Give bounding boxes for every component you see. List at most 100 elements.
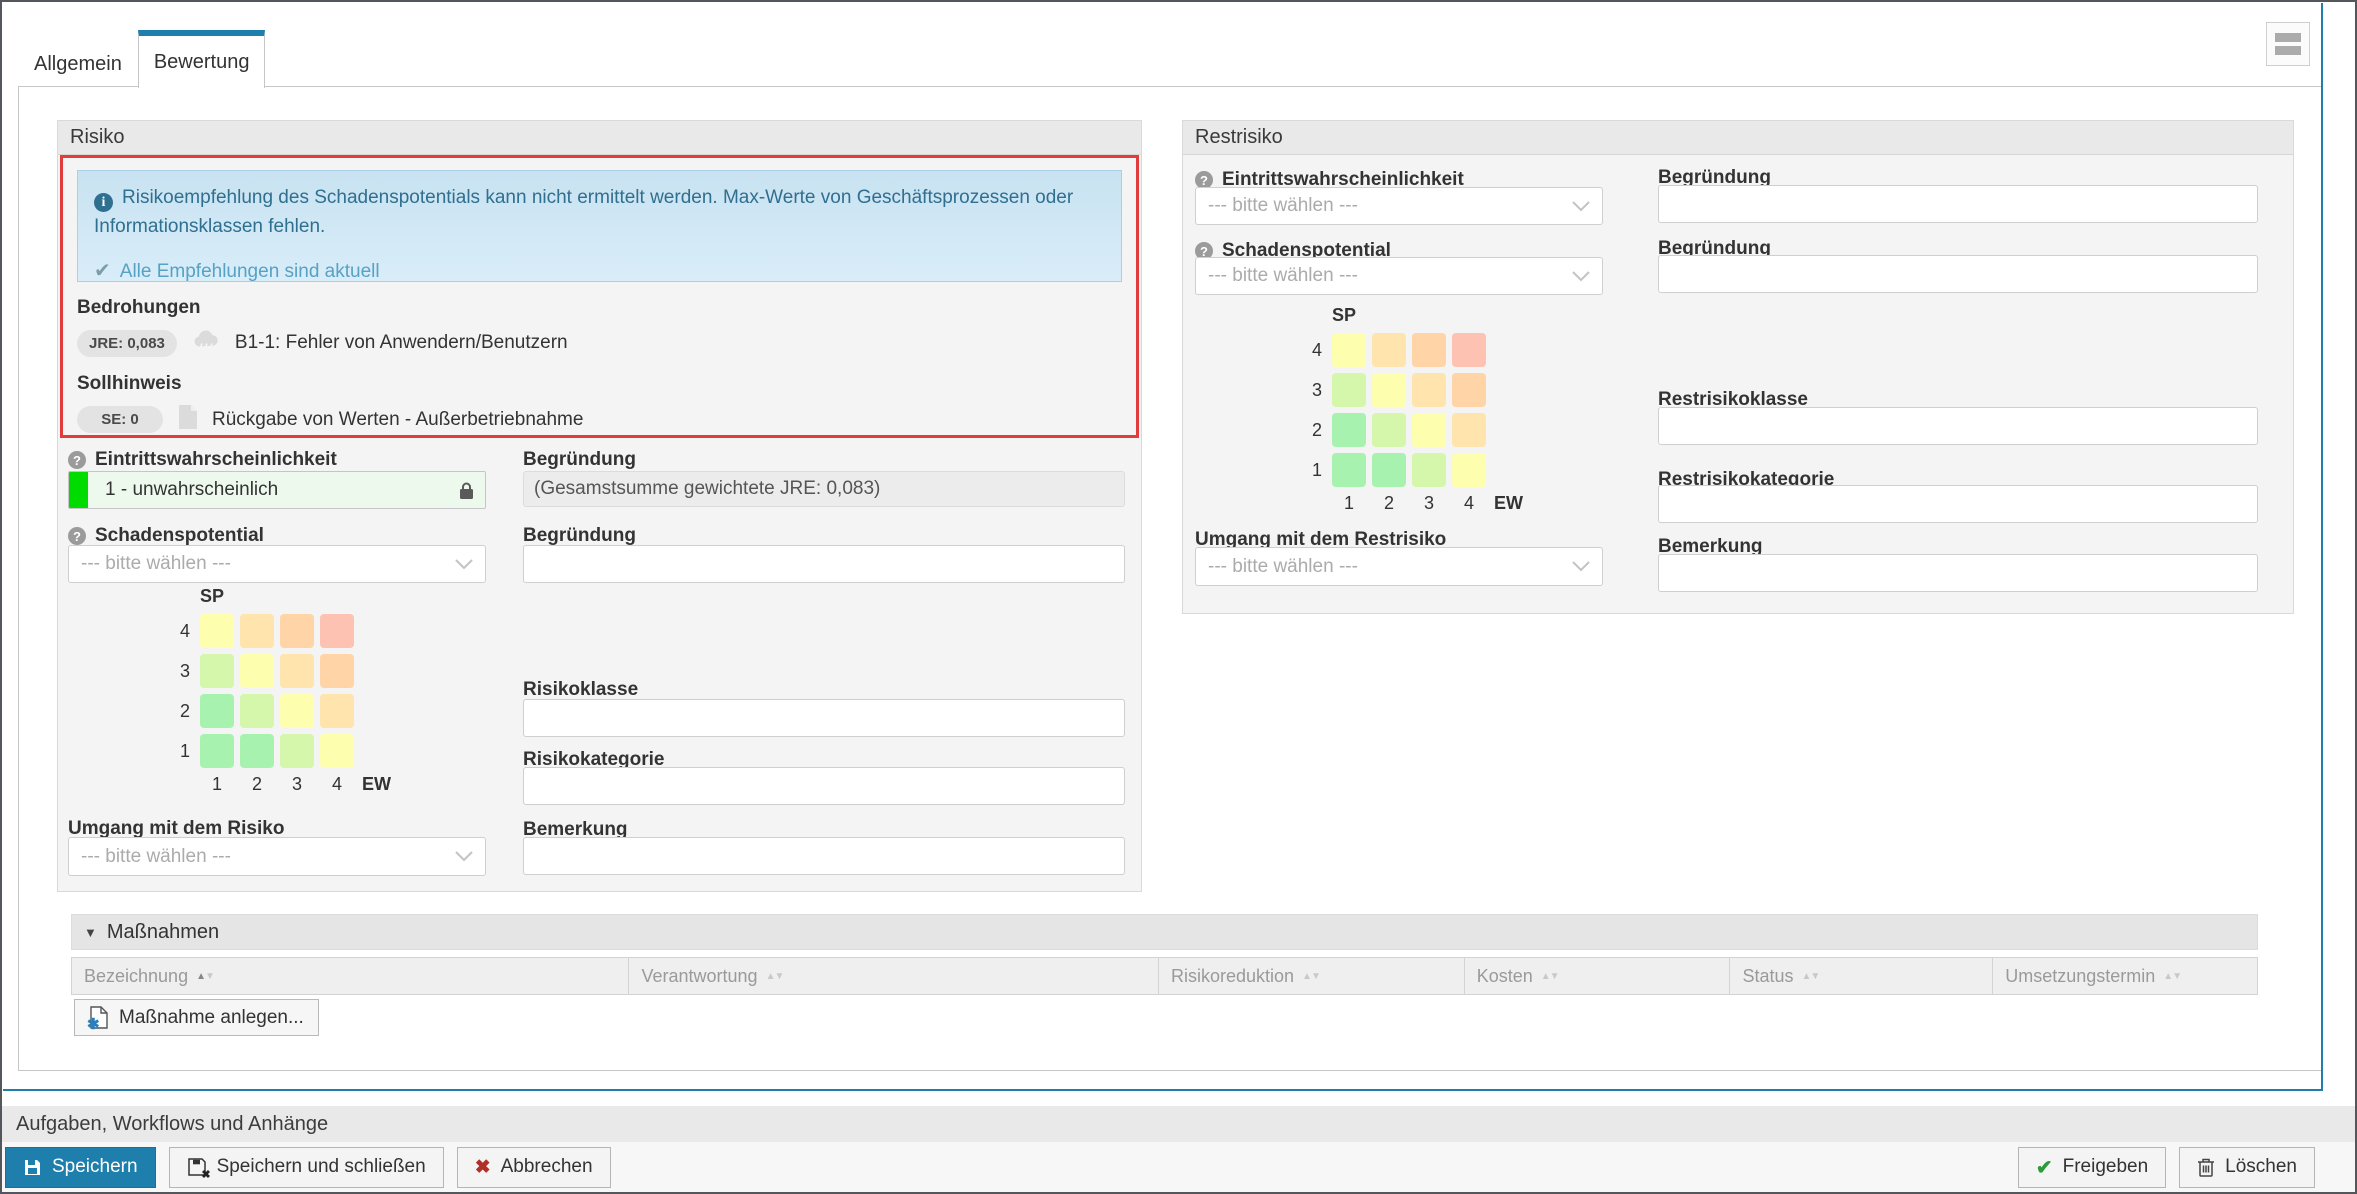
matrix-cell — [1372, 333, 1406, 367]
check-icon: ✔ — [94, 260, 111, 282]
matrix-cell — [200, 654, 234, 688]
target-hint-row: SE: 0 Rückgabe von Werten - Außerbetrieb… — [77, 404, 1122, 435]
residual-risk-section: Restrisiko ? Eintrittswahrscheinlichkeit… — [1182, 120, 2294, 614]
lock-icon — [459, 481, 474, 500]
matrix-sp-axis-label: SP — [200, 586, 391, 607]
matrix-cell — [1452, 413, 1486, 447]
release-button[interactable]: ✔ Freigeben — [2018, 1147, 2166, 1188]
residual-damage-select[interactable]: --- bitte wählen --- — [1195, 257, 1603, 295]
residual-class-input[interactable] — [1658, 407, 2258, 445]
threat-item-label[interactable]: B1-1: Fehler von Anwendern/Benutzern — [235, 332, 568, 354]
residual-reason1-input[interactable] — [1658, 185, 2258, 223]
matrix-cell — [280, 694, 314, 728]
column-header-bezeichnung[interactable]: Bezeichnung▲▼ — [72, 958, 629, 994]
chevron-down-icon — [455, 851, 473, 862]
risk-level-color-bar — [69, 472, 88, 508]
matrix-cell — [240, 654, 274, 688]
column-header-umsetzungstermin[interactable]: Umsetzungstermin▲▼ — [1993, 958, 2257, 994]
matrix-cell — [320, 654, 354, 688]
residual-category-input[interactable] — [1658, 485, 2258, 523]
risk-reason2-input[interactable] — [523, 545, 1125, 583]
tab-bar: Allgemein Bewertung — [18, 29, 265, 87]
matrix-cell — [1372, 413, 1406, 447]
risk-class-input[interactable] — [523, 699, 1125, 737]
matrix-cell — [1332, 453, 1366, 487]
release-check-icon: ✔ — [2036, 1155, 2053, 1180]
matrix-cell — [1412, 373, 1446, 407]
risk-probability-select[interactable]: 1 - unwahrscheinlich — [68, 471, 486, 509]
matrix-cell — [1372, 453, 1406, 487]
save-button[interactable]: Speichern — [5, 1147, 156, 1188]
matrix-cell — [1412, 413, 1446, 447]
risk-section-title: Risiko — [58, 121, 1141, 155]
layout-rows-icon[interactable] — [2266, 22, 2310, 66]
tab-allgemein[interactable]: Allgemein — [18, 41, 138, 87]
action-bar: Speichern ✖ Speichern und schließen ✖ Ab… — [2, 1142, 2355, 1192]
measures-table-header: Bezeichnung▲▼ Verantwortung▲▼ Risikoredu… — [71, 957, 2258, 995]
matrix-cell — [240, 614, 274, 648]
matrix-ew-axis-label: EW — [1494, 493, 1523, 514]
risk-remark-input[interactable] — [523, 837, 1125, 875]
threat-row: JRE: 0,083 B1-1: Fehler von Anwendern/Be… — [77, 328, 1122, 358]
target-item-label[interactable]: Rückgabe von Werten - Außerbetriebnahme — [212, 409, 583, 431]
matrix-cell — [1452, 333, 1486, 367]
cancel-button[interactable]: ✖ Abbrechen — [457, 1147, 611, 1188]
save-and-close-button[interactable]: ✖ Speichern und schließen — [169, 1147, 444, 1188]
column-header-risikoreduktion[interactable]: Risikoreduktion▲▼ — [1159, 958, 1465, 994]
matrix-cell — [1332, 413, 1366, 447]
matrix-cell — [240, 734, 274, 768]
matrix-ew-axis-label: EW — [362, 774, 391, 795]
delete-button[interactable]: Löschen — [2179, 1147, 2315, 1188]
matrix-cell — [280, 654, 314, 688]
risk-handling-select[interactable]: --- bitte wählen --- — [68, 837, 486, 876]
residual-reason2-input[interactable] — [1658, 255, 2258, 293]
sort-icons: ▲▼ — [1541, 971, 1559, 982]
matrix-cell — [200, 734, 234, 768]
cancel-x-icon: ✖ — [475, 1156, 491, 1179]
sort-icons: ▲▼ — [1302, 971, 1320, 982]
risk-class-label: Risikoklasse — [523, 679, 638, 701]
residual-section-title: Restrisiko — [1183, 121, 2293, 155]
residual-matrix: SP 4 3 2 1 1234EW — [1298, 305, 1523, 514]
matrix-cell — [1452, 373, 1486, 407]
matrix-cell — [1332, 373, 1366, 407]
residual-probability-select[interactable]: --- bitte wählen --- — [1195, 187, 1603, 225]
risk-matrix: SP 4 3 2 1 1234EW — [166, 586, 391, 795]
measures-section-header[interactable]: ▼ Maßnahmen — [71, 914, 2258, 950]
matrix-cell — [200, 614, 234, 648]
risk-reason2-label: Begründung — [523, 525, 636, 547]
residual-remark-input[interactable] — [1658, 554, 2258, 592]
trash-icon — [2197, 1157, 2215, 1177]
bewertung-tab-panel: Risiko iRisikoempfehlung des Schadenspot… — [18, 86, 2322, 1071]
residual-handling-select[interactable]: --- bitte wählen --- — [1195, 547, 1603, 586]
info-icon: i — [94, 193, 113, 212]
help-icon[interactable]: ? — [68, 527, 86, 545]
matrix-cell — [320, 614, 354, 648]
chevron-down-icon — [455, 559, 473, 570]
column-header-verantwortung[interactable]: Verantwortung▲▼ — [629, 958, 1159, 994]
chevron-down-icon — [1572, 201, 1590, 212]
matrix-cell — [1332, 333, 1366, 367]
risk-reason1-field[interactable] — [523, 471, 1125, 507]
document-icon — [177, 404, 198, 435]
matrix-cell — [280, 614, 314, 648]
sort-icons: ▲▼ — [766, 971, 784, 982]
tasks-section-header[interactable]: Aufgaben, Workflows und Anhänge — [2, 1106, 2355, 1142]
add-measure-button[interactable]: ✱ Maßnahme anlegen... — [74, 999, 319, 1036]
risk-damage-select[interactable]: --- bitte wählen --- — [68, 545, 486, 583]
alert-info-line: iRisikoempfehlung des Schadenspotentials… — [94, 184, 1104, 241]
column-header-kosten[interactable]: Kosten▲▼ — [1465, 958, 1731, 994]
matrix-cell — [1412, 453, 1446, 487]
chevron-down-icon — [1572, 561, 1590, 572]
se-badge: SE: 0 — [77, 406, 163, 433]
tab-bewertung[interactable]: Bewertung — [138, 30, 266, 88]
help-icon[interactable]: ? — [68, 451, 86, 469]
matrix-cell — [320, 694, 354, 728]
matrix-cell — [1372, 373, 1406, 407]
storm-cloud-icon — [191, 328, 221, 358]
risk-category-input[interactable] — [523, 767, 1125, 805]
matrix-cell — [1412, 333, 1446, 367]
column-header-status[interactable]: Status▲▼ — [1730, 958, 1993, 994]
sort-icons: ▲▼ — [1802, 971, 1820, 982]
risk-damage-label: ? Schadenspotential — [68, 525, 264, 547]
